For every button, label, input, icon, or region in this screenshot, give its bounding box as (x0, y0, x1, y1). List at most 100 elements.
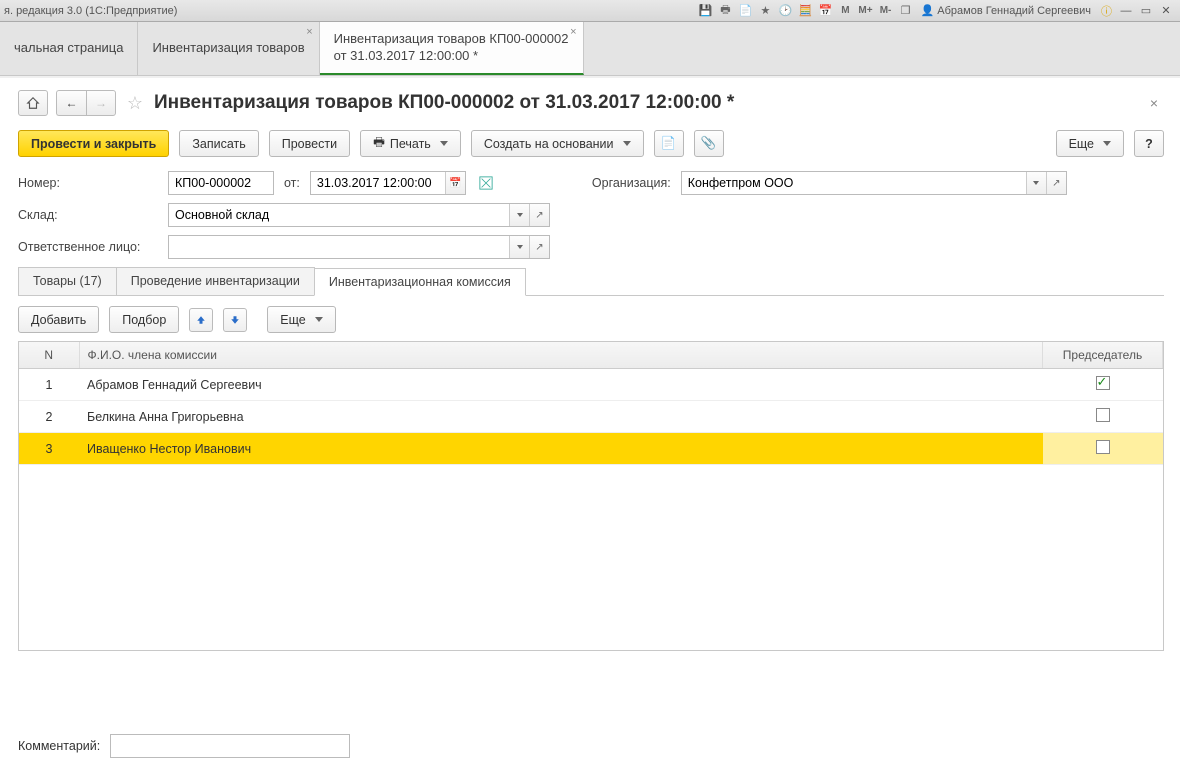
arrow-up-icon (195, 314, 207, 326)
number-input-wrap (168, 171, 274, 195)
info-icon[interactable]: ⓘ (1101, 3, 1112, 19)
forward-button[interactable]: → (86, 90, 116, 116)
post-and-close-button[interactable]: Провести и закрыть (18, 130, 169, 157)
calculator-icon[interactable]: 🧮 (796, 2, 814, 20)
history-icon[interactable]: 🕑 (776, 2, 794, 20)
tab-inventory-doc[interactable]: Инвентаризация товаров КП00-000002 от 31… (320, 22, 584, 75)
favorite-icon[interactable]: ★ (756, 2, 774, 20)
favorite-star[interactable]: ☆ (124, 92, 146, 114)
cell-chair[interactable] (1043, 401, 1163, 433)
warehouse-input-wrap: ↗ (168, 203, 550, 227)
col-chair[interactable]: Председатель (1043, 342, 1163, 369)
comment-input[interactable] (111, 735, 349, 757)
responsible-dropdown-icon[interactable] (509, 236, 529, 258)
user-icon: 👤 (921, 4, 935, 17)
home-button[interactable] (18, 90, 48, 116)
select-button[interactable]: Подбор (109, 306, 179, 333)
responsible-input[interactable] (169, 236, 509, 258)
page-title: Инвентаризация товаров КП00-000002 от 31… (154, 92, 734, 114)
warehouse-open-icon[interactable]: ↗ (529, 204, 549, 226)
move-down-button[interactable] (223, 308, 247, 332)
warehouse-dropdown-icon[interactable] (509, 204, 529, 226)
calendar-icon[interactable]: 📅 (816, 2, 834, 20)
tab-goods[interactable]: Товары (17) (18, 267, 117, 295)
table-more-button[interactable]: Еще (267, 306, 335, 333)
document-content: ← → ☆ Инвентаризация товаров КП00-000002… (0, 78, 1180, 772)
org-label: Организация: (592, 176, 671, 190)
warehouse-input[interactable] (169, 204, 509, 226)
window-controls: — ▭ ✕ (1116, 2, 1176, 20)
nav-group: ← → (56, 90, 116, 116)
commission-grid[interactable]: N Ф.И.О. члена комиссии Председатель 1Аб… (18, 341, 1164, 651)
tab-inventory-list[interactable]: Инвентаризация товаров × (138, 22, 319, 75)
post-button[interactable]: Провести (269, 130, 350, 157)
close-document-button[interactable]: × (1144, 91, 1164, 115)
print-icon[interactable]: 🖶 (716, 2, 734, 20)
save-icon[interactable]: 💾 (696, 2, 714, 20)
app-caption: я. редакция 3.0 (1С:Предприятие) (4, 5, 177, 17)
table-row[interactable]: 3Иващенко Нестор Иванович (19, 433, 1163, 465)
number-input[interactable] (169, 172, 273, 194)
responsible-open-icon[interactable]: ↗ (529, 236, 549, 258)
close-icon[interactable]: × (306, 26, 312, 38)
table-toolbar: Добавить Подбор Еще (18, 306, 1164, 333)
paperclip-icon: 📎 (701, 136, 717, 151)
cell-n[interactable]: 2 (19, 401, 79, 433)
cell-chair[interactable] (1043, 369, 1163, 401)
create-based-button[interactable]: Создать на основании (471, 130, 644, 157)
tab-home[interactable]: чальная страница (0, 22, 138, 75)
cell-name[interactable]: Белкина Анна Григорьевна (79, 401, 1043, 433)
table-row[interactable]: 1Абрамов Геннадий Сергеевич (19, 369, 1163, 401)
add-row-button[interactable]: Добавить (18, 306, 99, 333)
inner-tabs: Товары (17) Проведение инвентаризации Ин… (18, 267, 1164, 296)
commission-table: N Ф.И.О. члена комиссии Председатель 1Аб… (19, 342, 1163, 465)
form-fields: Номер: от: 📅 Организация: ↗ Склад: (18, 171, 1164, 259)
cell-n[interactable]: 1 (19, 369, 79, 401)
attach-button[interactable]: 📎 (694, 130, 724, 157)
org-open-icon[interactable]: ↗ (1046, 172, 1066, 194)
system-titlebar: я. редакция 3.0 (1С:Предприятие) 💾 🖶 📄 ★… (0, 0, 1180, 22)
back-button[interactable]: ← (56, 90, 86, 116)
warehouse-label: Склад: (18, 208, 158, 222)
home-icon (26, 96, 40, 110)
checkbox[interactable] (1096, 440, 1110, 454)
cell-name[interactable]: Иващенко Нестор Иванович (79, 433, 1043, 465)
report-button[interactable]: 📄 (654, 130, 684, 157)
move-up-button[interactable] (189, 308, 213, 332)
org-input[interactable] (682, 172, 1026, 194)
windows-icon[interactable]: ❐ (897, 2, 915, 20)
memory-m-plus[interactable]: M+ (856, 2, 874, 20)
posted-indicator-icon[interactable] (476, 173, 496, 193)
user-block[interactable]: 👤 Абрамов Геннадий Сергеевич (921, 4, 1091, 17)
cell-n[interactable]: 3 (19, 433, 79, 465)
doc-icon[interactable]: 📄 (736, 2, 754, 20)
help-button[interactable]: ? (1134, 130, 1164, 157)
tab-commission[interactable]: Инвентаризационная комиссия (314, 268, 526, 296)
cell-name[interactable]: Абрамов Геннадий Сергеевич (79, 369, 1043, 401)
table-row[interactable]: 2Белкина Анна Григорьевна (19, 401, 1163, 433)
close-icon[interactable]: × (570, 26, 576, 38)
tab-conduct[interactable]: Проведение инвентаризации (116, 267, 315, 295)
col-n[interactable]: N (19, 342, 79, 369)
memory-m[interactable]: M (836, 2, 854, 20)
sysbar-tools: 💾 🖶 📄 ★ 🕑 🧮 📅 M M+ M- ❐ (696, 2, 914, 20)
date-input[interactable] (311, 172, 445, 194)
memory-m-minus[interactable]: M- (877, 2, 895, 20)
checkbox[interactable] (1096, 376, 1110, 390)
col-name[interactable]: Ф.И.О. члена комиссии (79, 342, 1043, 369)
responsible-label: Ответственное лицо: (18, 240, 158, 254)
arrow-down-icon (229, 314, 241, 326)
cell-chair[interactable] (1043, 433, 1163, 465)
print-button[interactable]: 🖶 Печать (360, 130, 461, 157)
save-button[interactable]: Записать (179, 130, 258, 157)
more-button[interactable]: Еще (1056, 130, 1124, 157)
app-tabbar: чальная страница Инвентаризация товаров … (0, 22, 1180, 76)
comment-input-wrap (110, 734, 350, 758)
calendar-picker-icon[interactable]: 📅 (445, 172, 465, 194)
number-label: Номер: (18, 176, 158, 190)
checkbox[interactable] (1096, 408, 1110, 422)
maximize-button[interactable]: ▭ (1136, 2, 1156, 20)
minimize-button[interactable]: — (1116, 2, 1136, 20)
close-button[interactable]: ✕ (1156, 2, 1176, 20)
org-dropdown-icon[interactable] (1026, 172, 1046, 194)
